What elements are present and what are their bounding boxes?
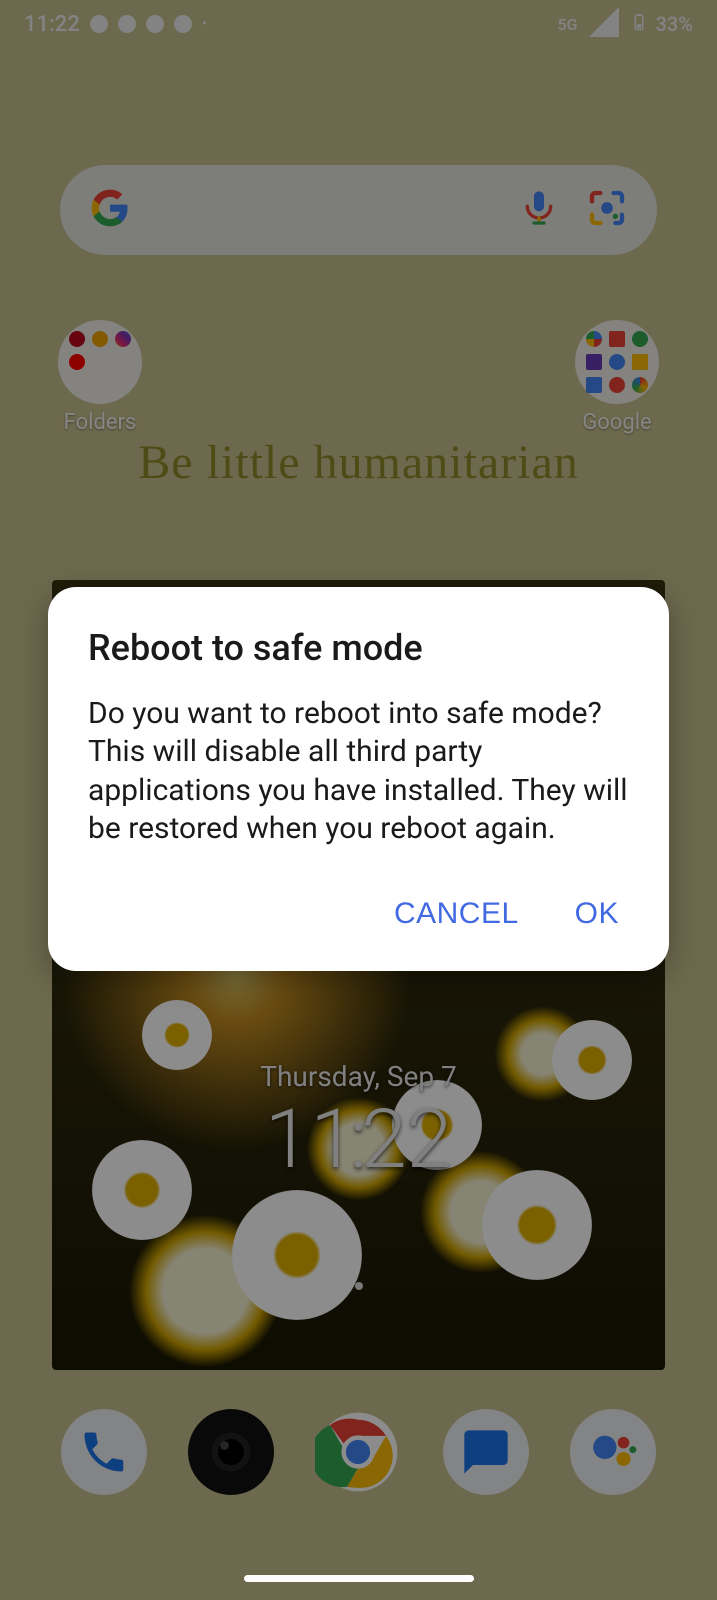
ok-button[interactable]: OK (575, 897, 619, 931)
safe-mode-dialog: Reboot to safe mode Do you want to reboo… (48, 587, 669, 971)
dialog-actions: CANCEL OK (88, 897, 629, 931)
dialog-title: Reboot to safe mode (88, 627, 629, 669)
dialog-body: Do you want to reboot into safe mode? Th… (88, 695, 629, 849)
cancel-button[interactable]: CANCEL (394, 897, 519, 931)
gesture-nav-handle[interactable] (244, 1575, 474, 1582)
